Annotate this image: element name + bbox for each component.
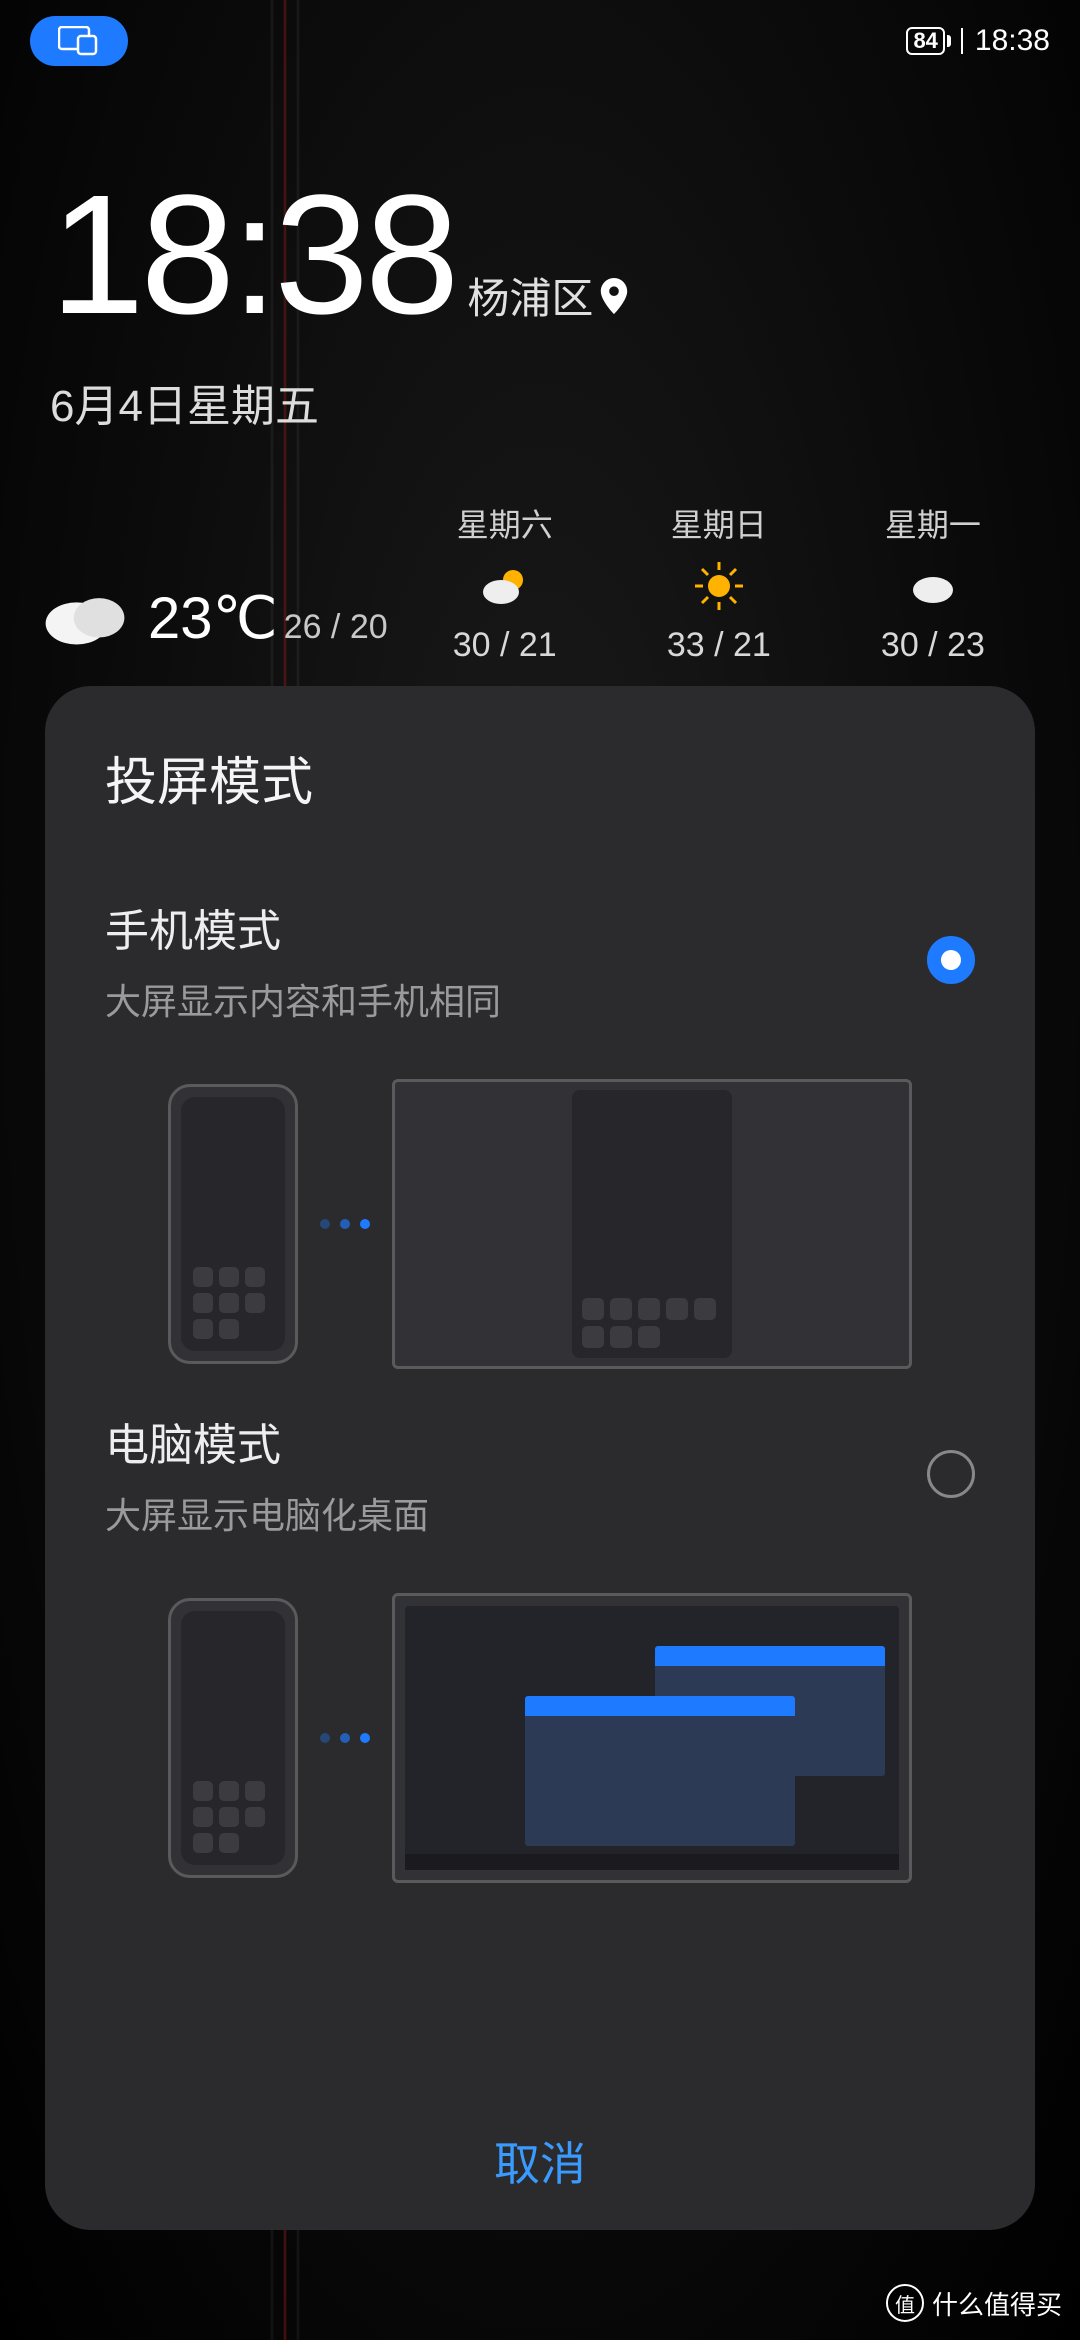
- forecast-day-range: 30 / 23: [881, 626, 985, 665]
- option-phone-mode[interactable]: 手机模式 大屏显示内容和手机相同: [105, 895, 975, 1369]
- watermark-text: 什么值得买: [932, 2285, 1062, 2322]
- dots-icon: [320, 1219, 370, 1229]
- weather-today: 23℃ 26 / 20: [40, 570, 388, 665]
- clock-location: 杨浦区: [467, 265, 629, 326]
- weather-today-temp: 23℃: [148, 584, 278, 652]
- forecast-day-0: 星期六 30 / 21: [453, 500, 557, 665]
- radio-phone-mode[interactable]: [927, 936, 975, 984]
- location-pin-icon: [599, 278, 629, 314]
- radio-desktop-mode[interactable]: [927, 1450, 975, 1498]
- option-title: 手机模式: [105, 895, 501, 959]
- cast-icon: [58, 26, 100, 56]
- cancel-button[interactable]: 取消: [494, 2128, 586, 2194]
- clock-time: 18:38: [50, 170, 455, 340]
- sunny-icon: [693, 560, 745, 612]
- cloudy-icon: [40, 570, 130, 665]
- tv-graphic: [392, 1079, 912, 1369]
- weather-widget[interactable]: 23℃ 26 / 20 星期六 30 / 21 星期日 33 / 21: [40, 500, 1040, 665]
- clock-widget[interactable]: 18:38 杨浦区 6月4日星期五: [50, 170, 629, 434]
- weather-today-range: 26 / 20: [284, 608, 388, 647]
- clock-date: 6月4日星期五: [50, 370, 629, 434]
- statusbar-divider: [961, 28, 963, 54]
- option-desc: 大屏显示电脑化桌面: [105, 1487, 429, 1539]
- tv-graphic: [392, 1593, 912, 1883]
- statusbar-time: 18:38: [975, 24, 1050, 58]
- sheet-title: 投屏模式: [105, 740, 975, 815]
- illustration-desktop-mode: [105, 1593, 975, 1883]
- forecast-day-2: 星期一 30 / 23: [881, 500, 985, 665]
- forecast-day-label: 星期一: [885, 500, 981, 546]
- battery-indicator: 84: [906, 27, 944, 55]
- phone-graphic: [168, 1084, 298, 1364]
- cast-mode-sheet: 投屏模式 手机模式 大屏显示内容和手机相同: [45, 686, 1035, 2230]
- option-desktop-mode[interactable]: 电脑模式 大屏显示电脑化桌面: [105, 1409, 975, 1883]
- cloud-icon: [907, 560, 959, 612]
- dots-icon: [320, 1733, 370, 1743]
- forecast-day-label: 星期六: [457, 500, 553, 546]
- forecast-day-1: 星期日 33 / 21: [667, 500, 771, 665]
- option-title: 电脑模式: [105, 1409, 429, 1473]
- watermark-badge-icon: 值: [886, 2284, 924, 2322]
- partly-sunny-icon: [479, 560, 531, 612]
- forecast-day-label: 星期日: [671, 500, 767, 546]
- watermark: 值 什么值得买: [886, 2284, 1062, 2322]
- option-desc: 大屏显示内容和手机相同: [105, 973, 501, 1025]
- forecast-day-range: 33 / 21: [667, 626, 771, 665]
- illustration-phone-mode: [105, 1079, 975, 1369]
- cast-active-pill[interactable]: [30, 16, 128, 66]
- forecast-day-range: 30 / 21: [453, 626, 557, 665]
- phone-graphic: [168, 1598, 298, 1878]
- status-bar: 84 18:38: [0, 0, 1080, 72]
